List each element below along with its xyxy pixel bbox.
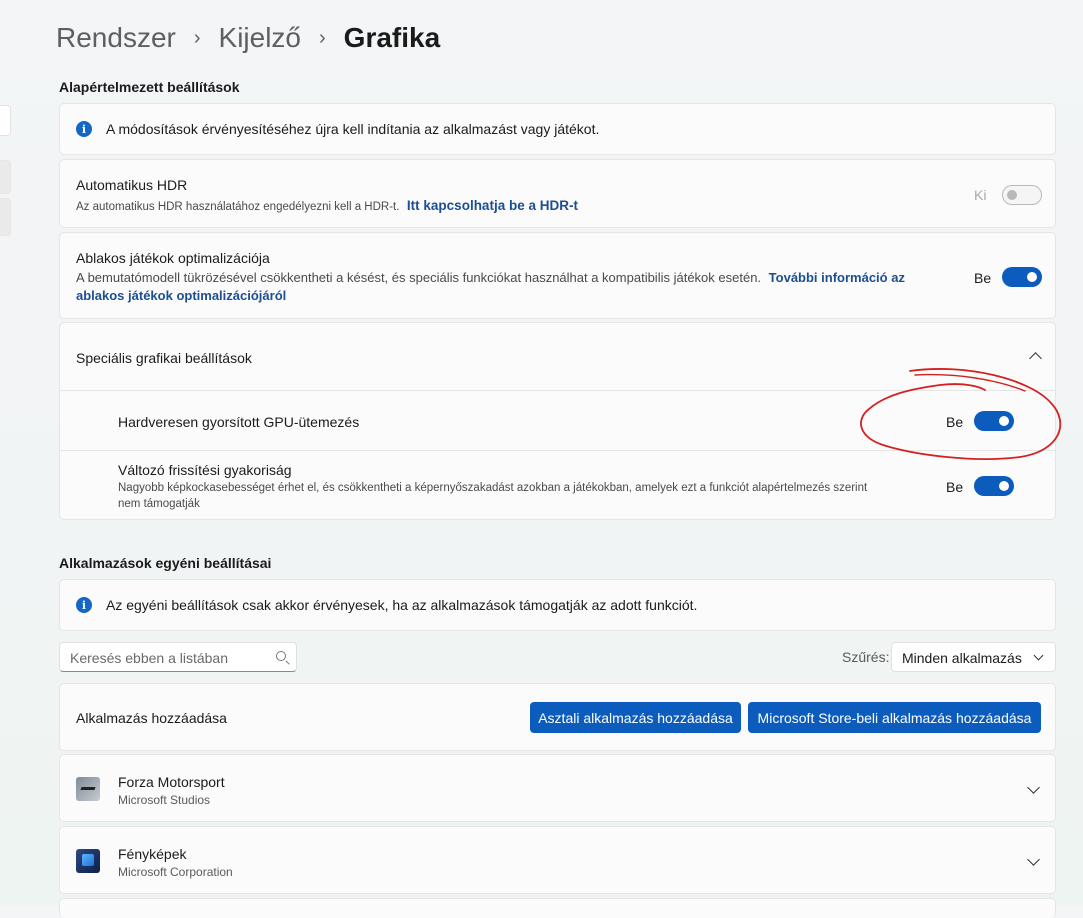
breadcrumb-kijelzo[interactable]: Kijelző <box>219 22 301 54</box>
windowed-opt-link-1[interactable]: További információ az <box>769 270 905 285</box>
windowed-opt-state: Be <box>974 270 992 286</box>
toggle-knob <box>1027 272 1037 282</box>
advanced-graphics-card: Speciális grafikai beállítások Hardveres… <box>59 322 1056 520</box>
app-item-forza[interactable]: Forza Motorsport Microsoft Studios <box>59 754 1056 822</box>
windowed-opt-toggle[interactable] <box>1002 267 1042 287</box>
vrr-state: Be <box>946 479 964 495</box>
photos-icon <box>76 849 100 873</box>
add-desktop-app-button[interactable]: Asztali alkalmazás hozzáadása <box>530 702 741 733</box>
app-item-photos[interactable]: Fényképek Microsoft Corporation <box>59 826 1056 894</box>
search-placeholder: Keresés ebben a listában <box>70 650 228 666</box>
breadcrumb-rendszer[interactable]: Rendszer <box>56 22 176 54</box>
info-text: Az egyéni beállítások csak akkor érvénye… <box>106 597 698 613</box>
search-input[interactable]: Keresés ebben a listában <box>59 642 297 672</box>
info-text: A módosítások érvényesítéséhez újra kell… <box>106 121 600 137</box>
filter-select[interactable]: Minden alkalmazás <box>891 642 1056 672</box>
chevron-down-icon[interactable] <box>1027 781 1040 794</box>
filter-label: Szűrés: <box>842 649 890 665</box>
divider <box>60 390 1055 391</box>
add-app-card: Alkalmazás hozzáadása Asztali alkalmazás… <box>59 683 1056 751</box>
breadcrumb: Rendszer › Kijelző › Grafika <box>56 22 440 54</box>
vrr-toggle[interactable] <box>974 476 1014 496</box>
hags-title: Hardveresen gyorsított GPU-ütemezés <box>118 414 360 430</box>
section-title-apps: Alkalmazások egyéni beállításai <box>59 555 272 571</box>
chevron-down-icon[interactable] <box>1027 853 1040 866</box>
section-title-default: Alapértelmezett beállítások <box>59 79 240 95</box>
enable-hdr-link[interactable]: Itt kapcsolhatja be a HDR-t <box>407 198 578 213</box>
windowed-opt-title: Ablakos játékok optimalizációja <box>76 250 270 266</box>
chevron-right-icon: › <box>319 26 326 49</box>
info-card-apps: i Az egyéni beállítások csak akkor érvén… <box>59 579 1056 631</box>
windowed-opt-card: Ablakos játékok optimalizációja A bemuta… <box>59 232 1056 319</box>
divider <box>60 450 1055 451</box>
toggle-knob <box>999 481 1009 491</box>
add-app-label: Alkalmazás hozzáadása <box>76 710 227 726</box>
windowed-opt-desc: A bemutatómodell tükrözésével csökkenthe… <box>76 270 905 303</box>
info-icon: i <box>76 121 92 137</box>
nav-item-stub-selected[interactable] <box>0 198 11 236</box>
hags-state: Be <box>946 414 964 430</box>
chevron-right-icon: › <box>193 26 201 49</box>
auto-hdr-card: Automatikus HDR Az automatikus HDR haszn… <box>59 159 1056 228</box>
auto-hdr-title: Automatikus HDR <box>76 177 188 193</box>
search-icon <box>276 651 286 661</box>
app-name: Fényképek <box>118 846 187 862</box>
app-publisher: Microsoft Corporation <box>118 865 233 879</box>
app-name: Forza Motorsport <box>118 774 225 790</box>
app-item-partial[interactable] <box>59 898 1056 918</box>
auto-hdr-state: Ki <box>974 187 987 203</box>
vrr-title: Változó frissítési gyakoriság <box>118 462 292 478</box>
toggle-knob <box>1007 190 1017 200</box>
info-icon: i <box>76 597 92 613</box>
add-store-app-button[interactable]: Microsoft Store-beli alkalmazás hozzáadá… <box>748 702 1041 733</box>
advanced-graphics-title[interactable]: Speciális grafikai beállítások <box>76 350 252 366</box>
chevron-up-icon[interactable] <box>1029 352 1042 365</box>
info-card-restart: i A módosítások érvényesítéséhez újra ke… <box>59 103 1056 155</box>
toggle-knob <box>999 416 1009 426</box>
auto-hdr-desc: Az automatikus HDR használatához engedél… <box>76 198 578 213</box>
auto-hdr-toggle[interactable] <box>1002 185 1042 205</box>
nav-item-stub[interactable] <box>0 160 11 194</box>
windowed-opt-link-2[interactable]: ablakos játékok optimalizációjáról <box>76 288 286 303</box>
forza-icon <box>76 777 100 801</box>
page-title: Grafika <box>343 22 441 53</box>
hags-toggle[interactable] <box>974 411 1014 431</box>
app-publisher: Microsoft Studios <box>118 793 211 807</box>
nav-search-stub[interactable] <box>0 105 11 136</box>
chevron-down-icon <box>1033 650 1044 661</box>
filter-value: Minden alkalmazás <box>902 650 1022 666</box>
vrr-desc: Nagyobb képkockasebességet érhet el, és … <box>118 482 868 510</box>
